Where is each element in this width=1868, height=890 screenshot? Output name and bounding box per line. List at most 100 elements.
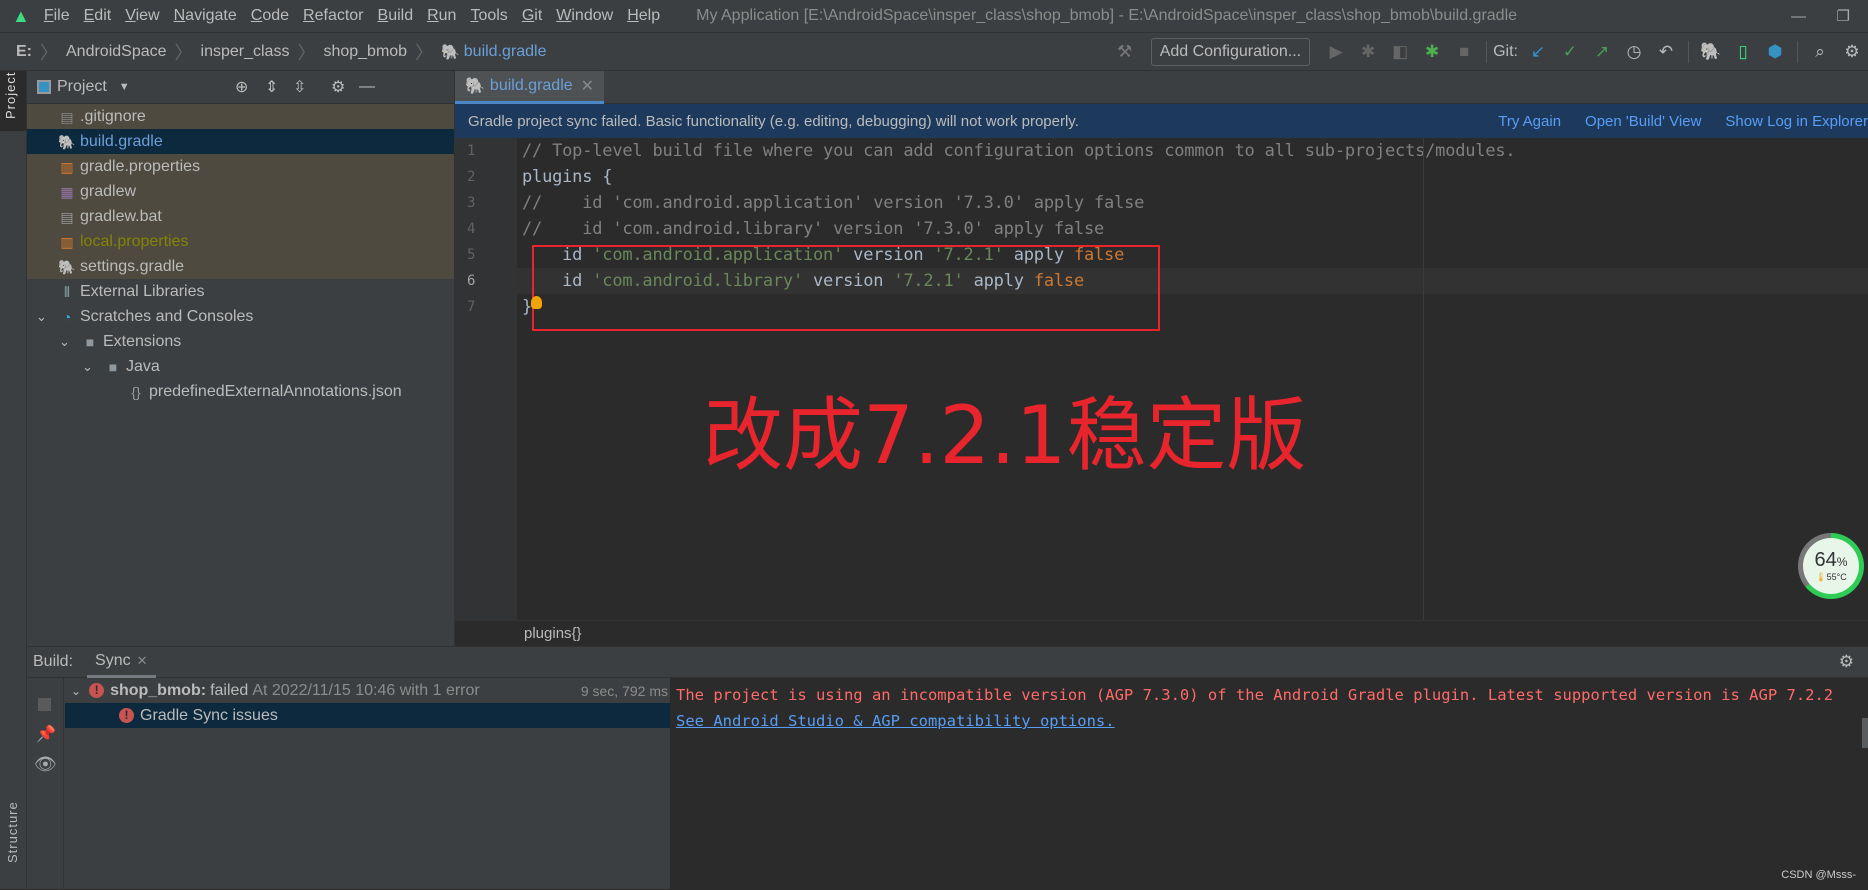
- project-tool-tab[interactable]: Project: [0, 71, 26, 131]
- tree-item[interactable]: {} predefinedExternalAnnotations.json: [27, 379, 454, 404]
- tree-item-label: local.properties: [80, 232, 189, 250]
- breadcrumb-item[interactable]: shop_bmob: [323, 43, 407, 61]
- gradle-sync-icon[interactable]: 🐘: [1700, 42, 1721, 62]
- tree-item[interactable]: ▥ local.properties: [27, 229, 454, 254]
- menu-file[interactable]: File: [44, 7, 70, 25]
- tree-item[interactable]: 🐘 build.gradle: [27, 129, 454, 154]
- code-token: // id 'com.android.application' version …: [522, 193, 1145, 213]
- pin-icon[interactable]: 📌: [36, 724, 56, 744]
- code-line[interactable]: // Top-level build file where you can ad…: [522, 138, 1516, 164]
- menu-window[interactable]: Window: [556, 7, 613, 25]
- libraries-icon: ⦀: [63, 283, 71, 300]
- code-token: plugins {: [522, 167, 613, 187]
- history-icon[interactable]: ◷: [1624, 42, 1644, 62]
- attach-debugger-icon[interactable]: ✱: [1422, 42, 1442, 62]
- structure-tool-tab[interactable]: Structure: [0, 791, 27, 881]
- stop-icon[interactable]: ■: [1454, 42, 1474, 62]
- code-line[interactable]: plugins {: [522, 164, 613, 190]
- close-tab-icon[interactable]: ✕: [137, 653, 148, 669]
- banner-action[interactable]: Try Again: [1498, 113, 1561, 130]
- chevron-down-icon[interactable]: ⌄: [71, 684, 81, 698]
- build-hammer-icon[interactable]: ⚒: [1115, 42, 1135, 62]
- collapse-all-icon[interactable]: ⇳: [293, 77, 306, 97]
- right-margin-guide: [1423, 138, 1424, 620]
- menu-navigate[interactable]: Navigate: [174, 7, 237, 25]
- locate-icon[interactable]: ⊕: [235, 77, 248, 97]
- breadcrumb: E: 〉 AndroidSpace 〉 insper_class 〉 shop_bmob 〉 🐘…: [16, 39, 547, 65]
- compatibility-link[interactable]: See Android Studio & AGP compatibility o…: [676, 710, 1115, 732]
- build-tree-row[interactable]: ⌄ ! shop_bmob: failed At 2022/11/15 10:4…: [65, 678, 672, 703]
- menu-refactor[interactable]: Refactor: [303, 7, 363, 25]
- debug-icon[interactable]: ✱: [1358, 42, 1378, 62]
- breadcrumb-item[interactable]: insper_class: [201, 43, 290, 61]
- expand-all-icon[interactable]: ⇕: [265, 77, 278, 97]
- tree-item[interactable]: ⌄ ■ Java: [27, 354, 454, 379]
- tree-item-label: Scratches and Consoles: [80, 307, 254, 325]
- search-icon[interactable]: ⌕: [1810, 42, 1830, 62]
- menu-tools[interactable]: Tools: [470, 7, 507, 25]
- tree-item-label: External Libraries: [80, 282, 205, 300]
- sdk-manager-icon[interactable]: ⬢: [1765, 42, 1785, 62]
- git-commit-icon[interactable]: ✓: [1560, 42, 1580, 62]
- intention-bulb-icon[interactable]: [531, 296, 542, 309]
- tab-sync[interactable]: Sync ✕: [87, 647, 156, 678]
- minimize-button[interactable]: —: [1791, 8, 1806, 25]
- close-tab-icon[interactable]: ✕: [581, 76, 594, 96]
- chevron-right-icon: 〉: [297, 42, 316, 63]
- restore-button[interactable]: ❐: [1837, 7, 1850, 25]
- menu-help[interactable]: Help: [627, 7, 660, 25]
- chevron-down-icon[interactable]: ▼: [119, 81, 130, 93]
- scrollbar[interactable]: [1862, 718, 1868, 748]
- divider: [1797, 40, 1798, 63]
- menu-view[interactable]: View: [125, 7, 159, 25]
- tree-item[interactable]: ▤ gradlew.bat: [27, 204, 454, 229]
- build-tree: ⌄ ! shop_bmob: failed At 2022/11/15 10:4…: [65, 678, 672, 890]
- settings-gear-icon[interactable]: ⚙: [1842, 42, 1862, 62]
- tree-item[interactable]: ⌄ ■ Extensions: [27, 329, 454, 354]
- file-ignore-icon: ▤: [60, 108, 74, 125]
- folder-icon: ■: [85, 333, 95, 350]
- tree-item[interactable]: ▤ .gitignore: [27, 104, 454, 129]
- eye-icon[interactable]: 👁: [34, 754, 57, 775]
- menu-run[interactable]: Run: [427, 7, 456, 25]
- tree-item-label: .gitignore: [80, 107, 146, 125]
- menu-build[interactable]: Build: [378, 7, 414, 25]
- project-view-selector[interactable]: Project: [57, 78, 107, 96]
- breadcrumb-item[interactable]: E:: [16, 43, 32, 61]
- banner-action[interactable]: Open 'Build' View: [1585, 113, 1701, 130]
- banner-action[interactable]: Show Log in Explorer: [1725, 113, 1868, 130]
- tree-item[interactable]: ⌄ ◔ Scratches and Consoles: [27, 304, 454, 329]
- code-line[interactable]: // id 'com.android.application' version …: [522, 190, 1144, 216]
- battery-percent: 64: [1814, 549, 1837, 571]
- build-tree-row-selected[interactable]: ! Gradle Sync issues: [65, 703, 672, 728]
- editor-breadcrumb[interactable]: plugins{}: [524, 625, 582, 642]
- device-manager-icon[interactable]: ▯: [1733, 42, 1753, 62]
- menu-edit[interactable]: Edit: [84, 7, 112, 25]
- settings-gear-icon[interactable]: ⚙: [331, 77, 345, 97]
- project-panel-header: Project ▼ ⊕ ⇕ ⇳ ⚙ —: [27, 71, 454, 104]
- settings-gear-icon[interactable]: ⚙: [1839, 652, 1854, 672]
- json-file-icon: {}: [131, 383, 141, 400]
- tab-build-gradle[interactable]: 🐘 build.gradle ✕: [455, 70, 605, 104]
- run-icon[interactable]: ▶: [1326, 42, 1346, 62]
- rollback-icon[interactable]: ↶: [1656, 42, 1676, 62]
- tree-item[interactable]: ▦ gradlew: [27, 179, 454, 204]
- title-bar: ▲ File Edit View Navigate Code Refactor Build R…: [0, 0, 1868, 33]
- menu-code[interactable]: Code: [251, 7, 289, 25]
- breadcrumb-item[interactable]: build.gradle: [464, 43, 547, 61]
- code-line[interactable]: // id 'com.android.library' version '7.3…: [522, 216, 1104, 242]
- tree-item-label: Extensions: [103, 332, 182, 350]
- tree-item[interactable]: ⦀ External Libraries: [27, 279, 454, 304]
- git-label: Git:: [1493, 42, 1518, 60]
- git-update-icon[interactable]: ↙: [1528, 42, 1548, 62]
- tree-item[interactable]: ▥ gradle.properties: [27, 154, 454, 179]
- menu-git[interactable]: Git: [522, 7, 542, 25]
- hide-icon[interactable]: —: [359, 78, 375, 96]
- stop-icon[interactable]: [38, 698, 51, 711]
- git-push-icon[interactable]: ↗: [1592, 42, 1612, 62]
- folder-icon: ■: [108, 358, 118, 375]
- tree-item[interactable]: 🐘 settings.gradle: [27, 254, 454, 279]
- breadcrumb-item[interactable]: AndroidSpace: [66, 43, 167, 61]
- add-configuration-button[interactable]: Add Configuration...: [1150, 37, 1311, 66]
- profile-icon[interactable]: ◧: [1390, 42, 1410, 62]
